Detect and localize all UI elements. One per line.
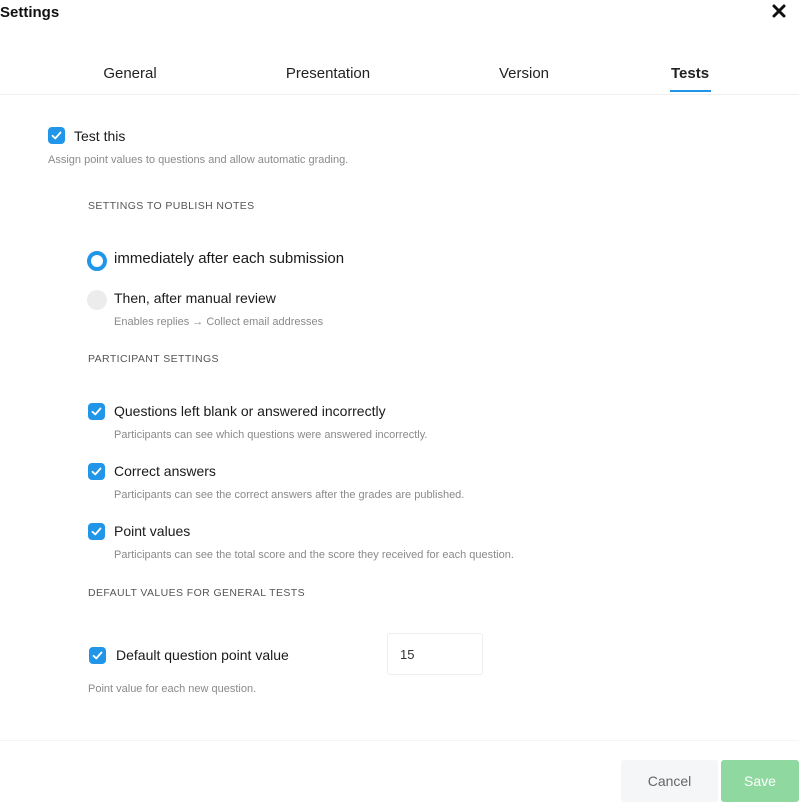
test-this-description: Assign point values to questions and all… (48, 154, 349, 166)
close-icon[interactable] (771, 3, 791, 23)
publish-immediately-label: immediately after each submission (114, 250, 345, 267)
blank-incorrect-checkbox[interactable] (88, 403, 105, 420)
blank-incorrect-description: Participants can see which questions wer… (114, 429, 428, 441)
test-this-label: Test this (74, 128, 126, 144)
check-icon (51, 131, 62, 140)
default-point-label: Default question point value (116, 647, 289, 663)
active-tab-indicator (670, 90, 711, 92)
defaults-section-heading: DEFAULT VALUES FOR GENERAL TESTS (88, 587, 306, 599)
default-point-checkbox[interactable] (89, 647, 106, 664)
correct-answers-description: Participants can see the correct answers… (114, 489, 465, 501)
tab-version[interactable]: Version (499, 65, 549, 82)
default-point-input[interactable] (387, 633, 483, 675)
participant-section-heading: PARTICIPANT SETTINGS (88, 353, 219, 365)
publish-after-review-radio[interactable] (87, 290, 107, 310)
tab-presentation[interactable]: Presentation (286, 65, 370, 82)
publish-after-review-sublabel: Enables replies → Collect email addresse… (114, 316, 324, 328)
check-icon (91, 407, 102, 416)
check-icon (91, 467, 102, 476)
check-icon (91, 527, 102, 536)
test-this-checkbox[interactable] (48, 127, 65, 144)
correct-answers-label: Correct answers (114, 463, 216, 479)
tab-tests[interactable]: Tests (671, 65, 709, 82)
publish-after-review-label: Then, after manual review (114, 290, 276, 306)
save-button[interactable]: Save (721, 760, 799, 802)
point-values-checkbox[interactable] (88, 523, 105, 540)
publish-immediately-radio[interactable] (87, 251, 107, 271)
check-icon (92, 651, 103, 660)
cancel-button[interactable]: Cancel (621, 760, 718, 802)
default-point-note: Point value for each new question. (88, 683, 257, 695)
correct-answers-checkbox[interactable] (88, 463, 105, 480)
dialog-title: Settings (0, 4, 60, 21)
blank-incorrect-label: Questions left blank or answered incorre… (114, 403, 386, 419)
point-values-description: Participants can see the total score and… (114, 549, 514, 561)
tab-general[interactable]: General (103, 65, 156, 82)
point-values-label: Point values (114, 523, 191, 539)
publish-section-heading: SETTINGS TO PUBLISH NOTES (88, 200, 255, 212)
footer-divider (0, 740, 799, 741)
